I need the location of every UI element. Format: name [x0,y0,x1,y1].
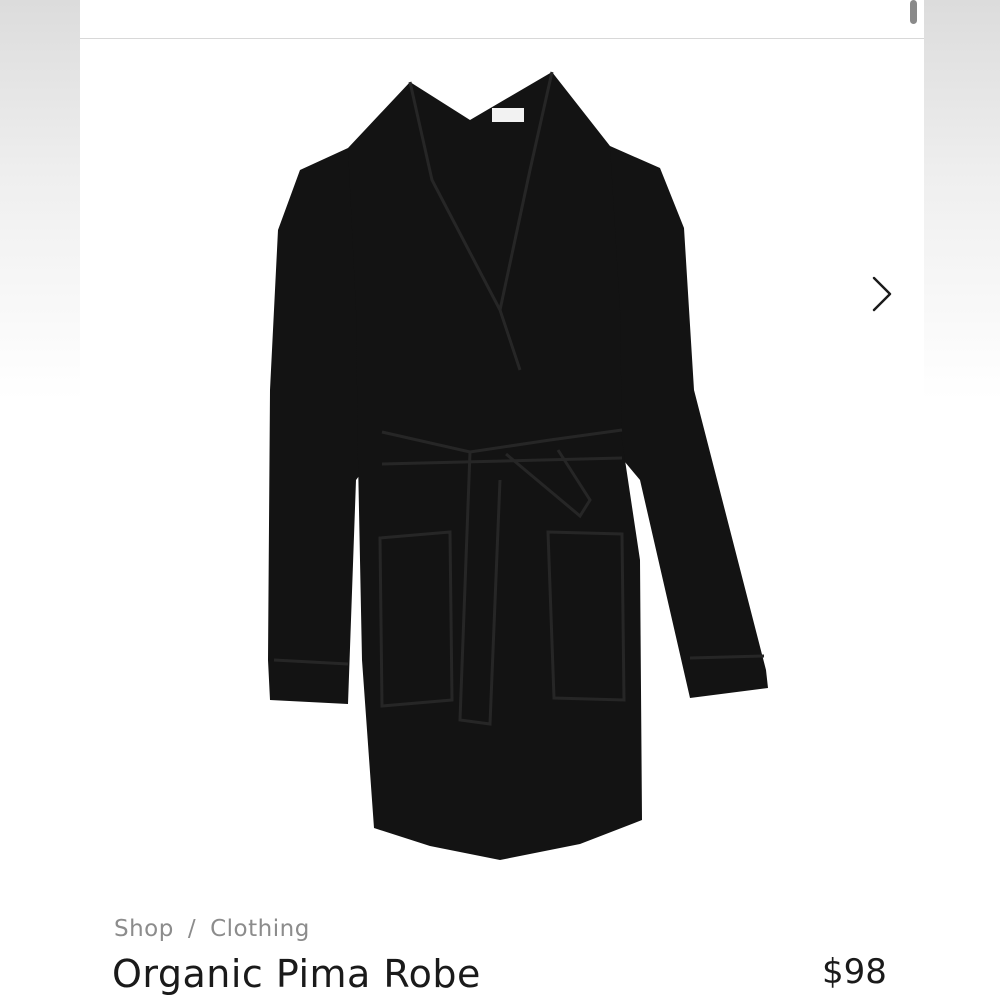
backdrop-right [924,0,1000,1000]
product-image[interactable] [170,60,790,860]
product-title: Organic Pima Robe [112,952,481,996]
backdrop-left [0,0,80,1000]
breadcrumb-shop-link[interactable]: Shop [114,916,174,942]
chevron-right-icon[interactable] [862,272,902,316]
breadcrumb-separator: / [187,916,197,942]
product-price: $98 [822,952,887,992]
breadcrumb-clothing-link[interactable]: Clothing [210,916,310,942]
garment-label [492,108,524,122]
scrollbar-thumb[interactable] [910,0,917,24]
top-bar [80,0,924,39]
breadcrumb: Shop / Clothing [114,916,310,942]
